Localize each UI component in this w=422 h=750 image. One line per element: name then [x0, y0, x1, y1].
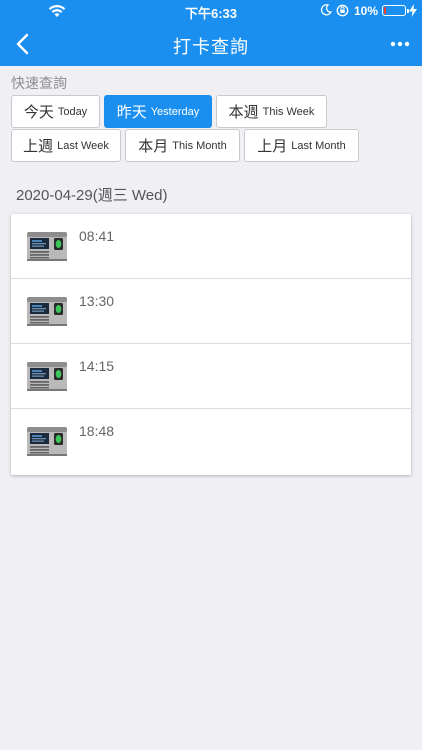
- moon-icon: [320, 4, 332, 16]
- filter-label-zh: 上月: [257, 138, 288, 155]
- orientation-lock-icon: [336, 4, 349, 17]
- filter-label-en: Today: [57, 105, 88, 118]
- date-heading: 2020-04-29(週三 Wed): [16, 187, 168, 204]
- battery-icon: [382, 5, 409, 16]
- filter-label-zh: 昨天: [116, 104, 147, 121]
- filter-label-en: This Week: [262, 105, 315, 118]
- time-clock-device-icon: [27, 232, 67, 261]
- filter-this-week-button[interactable]: 本週 This Week: [216, 95, 327, 128]
- punch-record[interactable]: 08:41: [11, 214, 411, 279]
- quick-query-label: 快速查詢: [11, 75, 67, 91]
- time-clock-device-icon: [27, 362, 67, 391]
- punch-time: 14:15: [79, 358, 115, 374]
- punch-time: 13:30: [79, 293, 115, 309]
- filter-label-zh: 上週: [23, 138, 54, 155]
- punch-time: 08:41: [79, 228, 115, 244]
- filter-last-month-button[interactable]: 上月 Last Month: [244, 129, 359, 162]
- time-clock-device-icon: [27, 297, 67, 326]
- page-title: 打卡查詢: [173, 37, 249, 57]
- ellipsis-icon[interactable]: [390, 41, 410, 47]
- filter-label-en: Last Week: [57, 139, 109, 152]
- filter-label-zh: 本週: [228, 104, 259, 121]
- punch-record[interactable]: 18:48: [11, 409, 411, 474]
- filter-today-button[interactable]: 今天 Today: [11, 95, 100, 128]
- punch-time: 18:48: [79, 423, 115, 439]
- punch-record[interactable]: 13:30: [11, 279, 411, 344]
- time-clock-device-icon: [27, 427, 67, 456]
- nav-bar: 打卡查詢: [0, 22, 422, 66]
- filter-last-week-button[interactable]: 上週 Last Week: [11, 129, 121, 162]
- filter-label-zh: 本月: [138, 138, 169, 155]
- filter-label-en: Last Month: [291, 139, 346, 152]
- punch-records-card: 08:41 13:30 14:15 18:48: [11, 214, 411, 475]
- punch-record[interactable]: 14:15: [11, 344, 411, 409]
- charging-bolt-icon: [409, 4, 417, 17]
- filter-label-zh: 今天: [23, 104, 54, 121]
- battery-percent: 10%: [354, 4, 379, 18]
- status-bar: 下午6:33 10%: [0, 0, 422, 22]
- filter-label-en: Yesterday: [150, 105, 200, 118]
- filter-this-month-button[interactable]: 本月 This Month: [125, 129, 240, 162]
- filter-yesterday-button[interactable]: 昨天 Yesterday: [104, 95, 212, 128]
- filter-label-en: This Month: [172, 139, 227, 152]
- battery-fill: [384, 7, 386, 14]
